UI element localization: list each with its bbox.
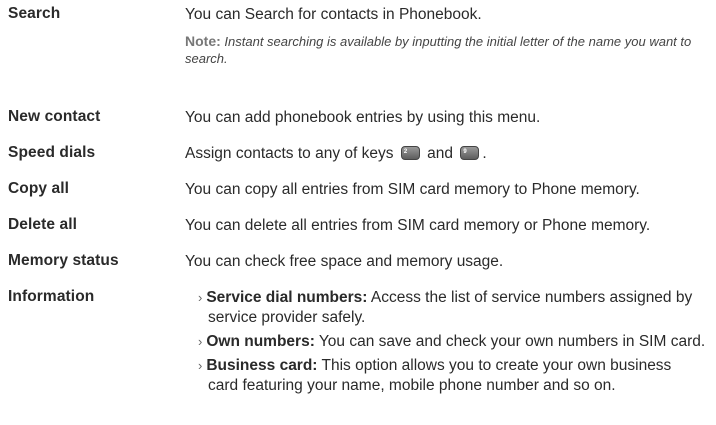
- desc-information: › Service dial numbers: Access the list o…: [198, 288, 708, 400]
- term-information: Information: [8, 288, 95, 305]
- desc-copy-all: You can copy all entries from SIM card m…: [185, 181, 640, 198]
- desc-search: You can Search for contacts in Phonebook…: [185, 5, 708, 67]
- bullet-text: You can save and check your own numbers …: [318, 333, 706, 350]
- chevron-right-icon: ›: [198, 334, 203, 349]
- term-memory-status: Memory status: [8, 252, 119, 269]
- key-2-icon: 2: [400, 146, 420, 160]
- bullet-title: Service dial numbers:: [206, 289, 368, 306]
- note-label: Note:: [185, 33, 221, 49]
- desc-memory-status: You can check free space and memory usag…: [185, 253, 504, 270]
- bullet-service-dial-numbers: › Service dial numbers: Access the list o…: [198, 288, 708, 328]
- bullet-title: Business card:: [206, 357, 318, 374]
- term-speed-dials: Speed dials: [8, 144, 96, 161]
- bullet-text: This option allows you to create your ow…: [321, 357, 672, 374]
- term-delete-all: Delete all: [8, 216, 78, 233]
- bullet-cont: service provider safely.: [208, 309, 366, 326]
- note-search: Note: Instant searching is available by …: [185, 33, 708, 67]
- note-text: Instant searching is available by inputt…: [185, 34, 692, 66]
- desc-speed-dials: Assign contacts to any of keys 2 and 9.: [185, 144, 708, 164]
- key-9-icon: 9: [460, 146, 480, 160]
- desc-delete-all: You can delete all entries from SIM card…: [185, 217, 651, 234]
- phonebook-menu-reference: Search You can Search for contacts in Ph…: [0, 0, 716, 425]
- bullet-title: Own numbers:: [206, 333, 315, 350]
- bullet-cont: card featuring your name, mobile phone n…: [208, 377, 616, 394]
- desc-search-text: You can Search for contacts in Phonebook…: [185, 6, 482, 23]
- term-copy-all: Copy all: [8, 180, 70, 197]
- speed-dials-and: and: [427, 145, 453, 162]
- speed-dials-text: Assign contacts to any of keys: [185, 145, 394, 162]
- bullet-text: Access the list of service numbers assig…: [370, 289, 693, 306]
- term-new-contact: New contact: [8, 108, 101, 125]
- chevron-right-icon: ›: [198, 358, 203, 373]
- bullet-business-card: › Business card: This option allows you t…: [198, 356, 708, 396]
- desc-new-contact: You can add phonebook entries by using t…: [185, 109, 541, 126]
- term-search: Search: [8, 5, 61, 22]
- chevron-right-icon: ›: [198, 290, 203, 305]
- bullet-own-numbers: › Own numbers: You can save and check you…: [198, 332, 708, 352]
- speed-dials-period: .: [482, 145, 487, 162]
